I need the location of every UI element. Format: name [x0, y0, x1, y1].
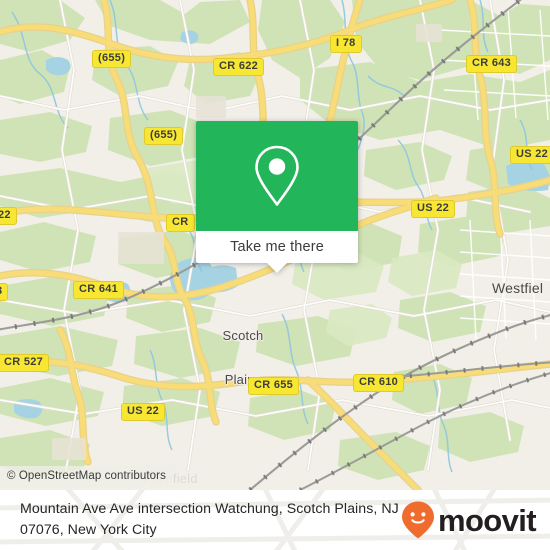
moovit-map-screenshot: Scotch Plains Westfiel Plainfield (655)C… [0, 0, 550, 550]
road-shield: CR 655 [248, 377, 300, 395]
footer-content: Mountain Ave Ave intersection Watchung, … [0, 490, 550, 550]
callout-header [196, 121, 358, 231]
road-shield: CR 527 [0, 354, 50, 372]
callout-tail [266, 262, 288, 273]
moovit-logo[interactable]: moovit [400, 500, 538, 540]
map-pin-icon [251, 144, 303, 208]
road-shield: CR 641 [73, 281, 125, 299]
road-shield: CR [166, 214, 195, 232]
road-shield: CR 643 [466, 55, 518, 73]
osm-attribution: © OpenStreetMap contributors [0, 466, 174, 487]
callout-action-bar[interactable]: Take me there [196, 231, 358, 263]
take-me-there-callout[interactable]: Take me there [196, 121, 358, 273]
address-text: Mountain Ave Ave intersection Watchung, … [20, 501, 399, 538]
road-shield: (655) [92, 50, 132, 68]
map-pin-glyph [255, 145, 299, 206]
road-shield: 3 [0, 283, 9, 301]
footer-bar: Mountain Ave Ave intersection Watchung, … [0, 490, 550, 550]
road-shield: 22 [0, 207, 17, 225]
road-shield: CR 610 [353, 374, 405, 392]
road-shield: US 22 [510, 146, 550, 164]
road-shield: CR 622 [213, 58, 265, 76]
road-shield: US 22 [411, 200, 456, 218]
road-shield: US 22 [121, 403, 166, 421]
map-canvas[interactable]: Scotch Plains Westfiel Plainfield (655)C… [0, 0, 550, 490]
road-shield: I 78 [330, 35, 362, 53]
moovit-wordmark: moovit [437, 502, 537, 538]
moovit-pin-smiley-icon [401, 501, 434, 539]
take-me-there-label: Take me there [230, 239, 324, 255]
road-shield: (655) [144, 127, 184, 145]
